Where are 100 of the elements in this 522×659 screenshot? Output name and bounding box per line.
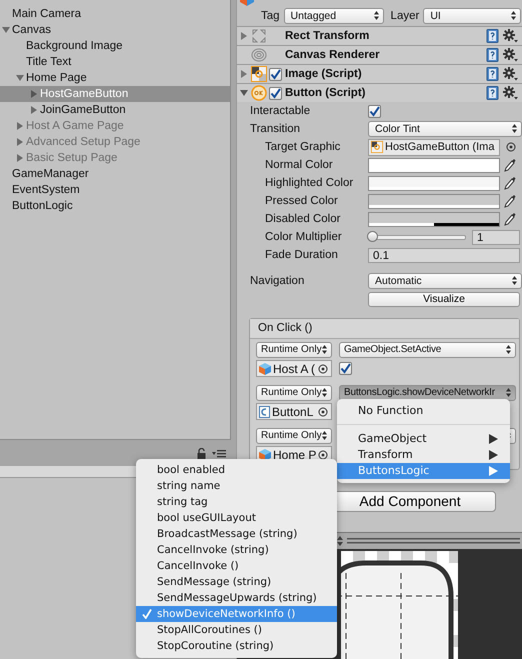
object-picker-icon[interactable] <box>318 364 328 374</box>
visualize-button[interactable]: Visualize <box>368 292 520 306</box>
updown-icon <box>512 124 517 133</box>
collapsed-arrow-icon[interactable] <box>16 154 24 162</box>
menu-item[interactable]: GameObject <box>337 431 510 447</box>
property-label: Color Multiplier <box>265 231 343 243</box>
menu-item[interactable]: CancelInvoke () <box>136 558 337 574</box>
layer-label: Layer <box>390 10 420 22</box>
hierarchy-item[interactable]: Title Text <box>0 54 230 70</box>
settings-icon[interactable] <box>503 67 518 81</box>
hierarchy-item[interactable]: Canvas <box>0 22 230 38</box>
hierarchy-item[interactable]: Background Image <box>0 38 230 54</box>
menu-item[interactable]: BroadcastMessage (string) <box>136 526 337 542</box>
target-circles-icon <box>251 47 267 63</box>
transition-dropdown[interactable]: Color Tint <box>368 121 522 137</box>
menu-item[interactable]: CancelInvoke (string) <box>136 542 337 558</box>
collapsed-arrow-icon[interactable] <box>240 32 248 40</box>
hierarchy-item[interactable]: JoinGameButton <box>0 102 230 118</box>
component-header[interactable]: Button (Script) <box>237 83 522 102</box>
help-book-icon[interactable] <box>486 67 499 81</box>
collapsed-arrow-icon[interactable] <box>16 122 24 130</box>
collapsed-arrow-icon[interactable] <box>30 106 38 114</box>
expanded-arrow-icon[interactable] <box>240 89 248 97</box>
menu-item[interactable]: No Function <box>337 403 510 419</box>
object-field[interactable]: ButtonL <box>256 403 332 420</box>
function-dropdown[interactable]: GameObject.SetActive <box>339 342 516 358</box>
updown-icon <box>511 11 516 20</box>
hierarchy-item[interactable]: GameManager <box>0 166 230 182</box>
navigation-dropdown[interactable]: Automatic <box>368 273 522 289</box>
runtime-dropdown[interactable]: Runtime Only <box>256 385 332 401</box>
eyedropper-icon[interactable] <box>504 158 516 172</box>
color-swatch[interactable] <box>368 158 500 172</box>
number-field[interactable]: 1 <box>472 230 520 244</box>
checkmark-icon <box>142 609 152 619</box>
menu-item[interactable]: bool enabled <box>136 462 337 478</box>
collapsed-arrow-icon[interactable] <box>240 70 248 78</box>
component-header[interactable]: Image (Script) <box>237 64 522 83</box>
layer-dropdown[interactable]: UI <box>423 8 522 24</box>
drag-handle-icon[interactable] <box>347 538 520 544</box>
component-name: Image (Script) <box>285 68 363 80</box>
cube-icon <box>259 448 271 460</box>
help-book-icon[interactable] <box>486 48 499 62</box>
component-header[interactable]: Canvas Renderer <box>237 45 522 64</box>
updown-icon <box>512 276 517 285</box>
tag-label: Tag <box>261 10 280 22</box>
expanded-arrow-icon[interactable] <box>2 26 10 34</box>
component-checkbox[interactable] <box>269 68 282 80</box>
lock-icon[interactable] <box>197 448 206 458</box>
property-label: Interactable <box>250 105 312 117</box>
menu-item[interactable]: StopCoroutine (string) <box>136 638 337 654</box>
menu-item[interactable]: SendMessageUpwards (string) <box>136 590 337 606</box>
help-book-icon[interactable] <box>486 86 499 100</box>
updown-icon <box>322 431 327 440</box>
number-field[interactable]: 0.1 <box>368 248 520 262</box>
hierarchy-item[interactable]: EventSystem <box>0 182 230 198</box>
expanded-arrow-icon[interactable] <box>16 74 24 82</box>
menu-item[interactable]: SendMessage (string) <box>136 574 337 590</box>
updown-icon <box>322 345 327 354</box>
eyedropper-icon[interactable] <box>504 212 516 226</box>
rect-transform-icon <box>251 28 267 44</box>
updown-icon <box>506 345 511 354</box>
checkbox[interactable] <box>339 362 352 375</box>
runtime-dropdown[interactable]: Runtime Only <box>256 428 332 444</box>
color-swatch[interactable] <box>368 194 500 208</box>
object-picker-icon[interactable] <box>318 407 328 417</box>
help-book-icon[interactable] <box>486 29 499 43</box>
checkbox[interactable] <box>368 104 381 118</box>
property-label: Fade Duration <box>265 249 339 261</box>
updown-icon <box>322 388 327 397</box>
color-swatch[interactable] <box>368 176 500 190</box>
menu-item[interactable]: StopAllCoroutines () <box>136 622 337 638</box>
object-field[interactable]: Host A ( <box>256 360 332 377</box>
object-picker-icon[interactable] <box>318 450 328 460</box>
script-icon <box>259 406 270 418</box>
button-icon <box>251 85 267 101</box>
hierarchy-item[interactable]: Main Camera <box>0 6 230 22</box>
menu-item[interactable]: bool useGUILayout <box>136 510 337 526</box>
runtime-dropdown[interactable]: Runtime Only <box>256 342 332 358</box>
settings-icon[interactable] <box>503 48 518 62</box>
menu-icon[interactable] <box>212 448 226 458</box>
collapsed-arrow-icon[interactable] <box>16 138 24 146</box>
color-swatch[interactable] <box>368 212 500 226</box>
object-picker-icon[interactable] <box>506 142 516 152</box>
component-name: Button (Script) <box>285 87 366 99</box>
hierarchy-item[interactable]: ButtonLogic <box>0 198 230 214</box>
updown-icon <box>506 388 511 397</box>
property-label: Normal Color <box>265 159 334 171</box>
component-checkbox[interactable] <box>269 86 282 100</box>
eyedropper-icon[interactable] <box>504 176 516 190</box>
image-icon <box>371 141 383 153</box>
object-field[interactable]: HostGameButton (Ima <box>368 138 500 156</box>
tag-dropdown[interactable]: Untagged <box>284 8 384 24</box>
settings-icon[interactable] <box>503 29 518 43</box>
component-name: Canvas Renderer <box>285 49 381 61</box>
menu-item[interactable]: Transform <box>337 447 510 463</box>
settings-icon[interactable] <box>503 86 518 100</box>
hierarchy-item[interactable]: Home Page <box>0 70 230 86</box>
component-name: Rect Transform <box>285 30 370 42</box>
component-header[interactable]: Rect Transform <box>237 26 522 45</box>
eyedropper-icon[interactable] <box>504 194 516 208</box>
